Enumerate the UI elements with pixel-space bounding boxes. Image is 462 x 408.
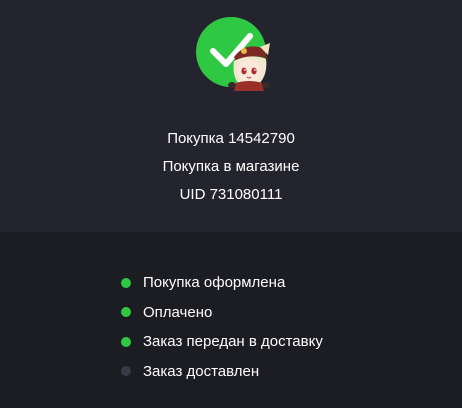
status-label: Заказ передан в доставку bbox=[143, 333, 323, 351]
order-info: Покупка 14542790 Покупка в магазине UID … bbox=[0, 125, 462, 209]
status-item-ordered: Покупка оформлена bbox=[121, 268, 323, 298]
status-dot-done bbox=[121, 277, 131, 288]
purchase-type: Покупка в магазине bbox=[162, 158, 300, 175]
status-label: Оплачено bbox=[143, 303, 213, 321]
order-summary-panel: Покупка 14542790 Покупка в магазине UID … bbox=[0, 0, 462, 232]
status-item-paid: Оплачено bbox=[121, 298, 323, 328]
order-status-list: Покупка оформлена Оплачено Заказ передан… bbox=[121, 268, 323, 386]
status-dot-pending bbox=[121, 366, 131, 377]
success-badge bbox=[196, 17, 270, 91]
player-uid: UID 731080111 bbox=[179, 186, 283, 203]
status-item-shipped: Заказ передан в доставку bbox=[121, 327, 323, 357]
status-dot-done bbox=[121, 336, 131, 347]
status-dot-done bbox=[121, 307, 131, 318]
status-item-delivered: Заказ доставлен bbox=[121, 357, 323, 387]
status-label: Заказ доставлен bbox=[143, 362, 260, 380]
status-label: Покупка оформлена bbox=[143, 274, 286, 292]
purchase-number: Покупка 14542790 bbox=[167, 130, 295, 147]
mascot-icon bbox=[228, 43, 270, 91]
